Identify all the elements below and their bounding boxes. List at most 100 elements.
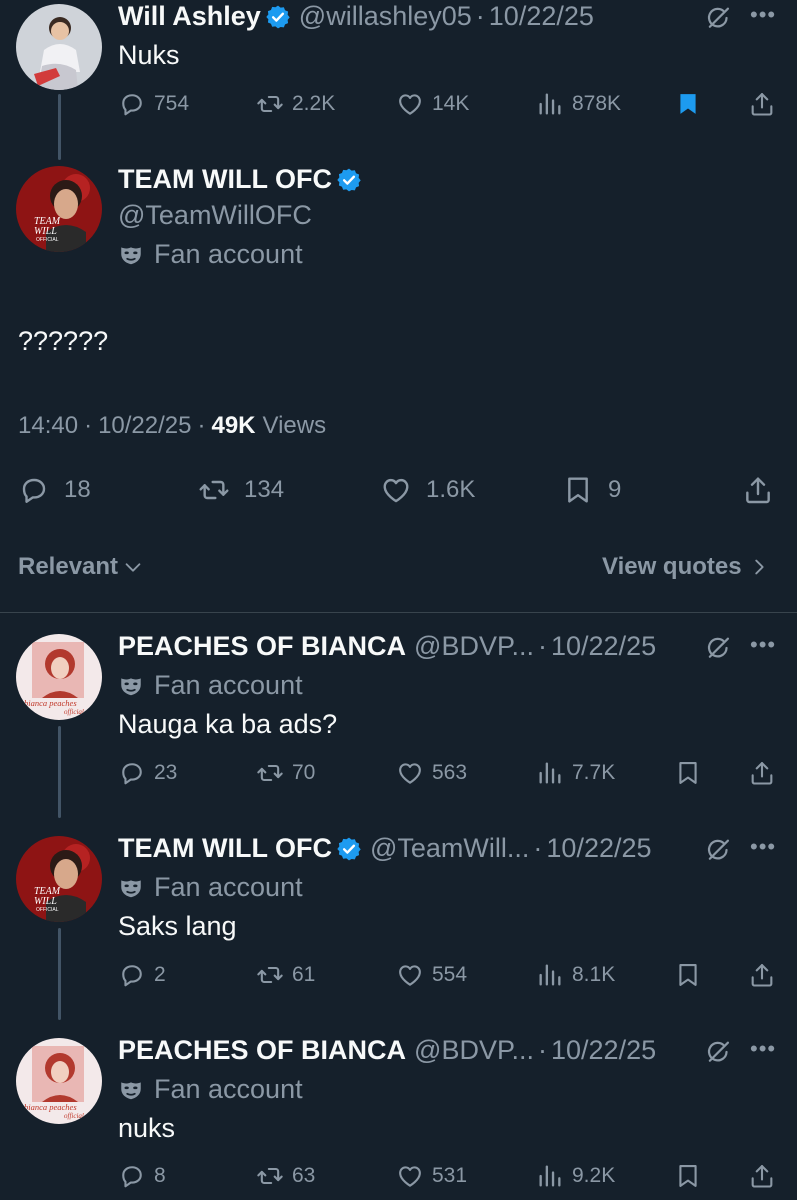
views-count: 878K: [572, 92, 622, 115]
like-button[interactable]: 14K: [396, 90, 469, 118]
views-icon: [536, 90, 564, 118]
like-button[interactable]: 531: [396, 1162, 467, 1190]
like-button[interactable]: 1.6K: [380, 474, 475, 506]
sort-relevant-dropdown[interactable]: Relevant: [18, 553, 144, 581]
repost-button[interactable]: 134: [198, 474, 284, 506]
like-button[interactable]: 563: [396, 759, 467, 787]
reply-icon: [118, 759, 146, 787]
avatar-photo: bianca peaches official: [16, 1038, 102, 1124]
fan-account-label: Fan account: [118, 872, 303, 903]
bookmark-filled-icon: [674, 90, 702, 118]
tweet-text: ??????: [18, 326, 109, 356]
tweet-date[interactable]: 10/22/25: [551, 631, 656, 662]
more-icon[interactable]: •••: [750, 2, 776, 28]
tweet-date[interactable]: 10/22/25: [489, 1, 594, 32]
fan-mask-icon: [118, 1077, 144, 1103]
repost-count: 2.2K: [292, 92, 336, 115]
bookmark-button[interactable]: [674, 90, 702, 118]
reply-count: 754: [154, 92, 190, 115]
repost-button[interactable]: 63: [256, 1162, 315, 1190]
fan-account-label: Fan account: [118, 1074, 303, 1105]
author-name[interactable]: PEACHES OF BIANCA: [118, 1035, 406, 1066]
author-handle[interactable]: @BDVP...: [414, 1035, 534, 1066]
tweet-text: Nauga ka ba ads?: [118, 709, 338, 739]
like-button[interactable]: 554: [396, 961, 467, 989]
repost-button[interactable]: 61: [256, 961, 315, 989]
repost-icon: [256, 961, 284, 989]
avatar-photo: bianca peaches official: [16, 634, 102, 720]
like-count: 1.6K: [426, 476, 476, 503]
avatar-text: bianca peaches: [24, 1102, 77, 1112]
bookmark-button[interactable]: 9: [562, 474, 621, 506]
like-icon: [396, 1162, 424, 1190]
avatar-peaches[interactable]: bianca peaches official: [16, 1038, 102, 1124]
repost-button[interactable]: 2.2K: [256, 90, 335, 118]
views-count[interactable]: 49K: [211, 412, 255, 440]
bookmark-count: 9: [608, 476, 622, 503]
grok-icon[interactable]: [704, 836, 732, 864]
avatar-team-will[interactable]: TEAM WILL OFFICIAL: [16, 166, 102, 252]
share-button[interactable]: [748, 961, 776, 989]
repost-count: 70: [292, 761, 316, 784]
share-button[interactable]: [748, 90, 776, 118]
share-button[interactable]: [748, 1162, 776, 1190]
more-icon[interactable]: •••: [750, 834, 776, 860]
views-button[interactable]: 8.1K: [536, 961, 615, 989]
verified-badge-icon: [336, 167, 362, 193]
views-button[interactable]: 878K: [536, 90, 621, 118]
author-name[interactable]: Will Ashley: [118, 1, 261, 32]
views-button[interactable]: 7.7K: [536, 759, 615, 787]
reply-header: TEAM WILL OFC @TeamWill... · 10/22/25: [118, 833, 652, 864]
share-icon: [748, 759, 776, 787]
more-icon[interactable]: •••: [750, 1036, 776, 1062]
reply-button[interactable]: 23: [118, 759, 177, 787]
tweet-date[interactable]: 10/22/25: [551, 1035, 656, 1066]
more-icon[interactable]: •••: [750, 632, 776, 658]
author-handle[interactable]: @TeamWill...: [370, 833, 529, 864]
thread-line: [58, 94, 61, 160]
reply-count: 18: [64, 476, 91, 503]
bookmark-icon: [674, 759, 702, 787]
tweet-date[interactable]: 10/22/25: [546, 833, 651, 864]
repost-count: 63: [292, 1164, 316, 1187]
author-name[interactable]: PEACHES OF BIANCA: [118, 631, 406, 662]
tweet-time[interactable]: 14:40: [18, 412, 78, 440]
reply-icon: [118, 90, 146, 118]
avatar-team-will[interactable]: TEAM WILL OFFICIAL: [16, 836, 102, 922]
tweet-date[interactable]: 10/22/25: [98, 412, 191, 440]
reply-button[interactable]: 754: [118, 90, 189, 118]
fan-account-label: Fan account: [118, 670, 303, 701]
author-handle[interactable]: @willashley05: [299, 1, 472, 32]
grok-icon[interactable]: [704, 1038, 732, 1066]
author-handle[interactable]: @TeamWillOFC: [118, 200, 312, 231]
avatar-text: bianca peaches: [24, 698, 77, 708]
fan-mask-icon: [118, 875, 144, 901]
author-handle[interactable]: @BDVP...: [414, 631, 534, 662]
fan-account-label: Fan account: [118, 239, 303, 270]
views-label[interactable]: Views: [263, 412, 327, 440]
avatar-will-ashley[interactable]: [16, 4, 102, 90]
grok-icon[interactable]: [704, 4, 732, 32]
reply-button[interactable]: 8: [118, 1162, 166, 1190]
bookmark-button[interactable]: [674, 961, 702, 989]
views-count: 9.2K: [572, 1164, 616, 1187]
views-button[interactable]: 9.2K: [536, 1162, 615, 1190]
reply-button[interactable]: 18: [18, 474, 91, 506]
author-name[interactable]: TEAM WILL OFC: [118, 164, 332, 195]
grok-icon[interactable]: [704, 634, 732, 662]
avatar-photo: TEAM WILL OFFICIAL: [16, 836, 102, 922]
share-button[interactable]: [742, 474, 774, 506]
thread-line: [58, 928, 61, 1020]
reply-header: PEACHES OF BIANCA @BDVP... · 10/22/25: [118, 1035, 656, 1066]
reply-count: 23: [154, 761, 178, 784]
view-quotes-link[interactable]: View quotes: [602, 553, 770, 581]
avatar-peaches[interactable]: bianca peaches official: [16, 634, 102, 720]
bookmark-button[interactable]: [674, 759, 702, 787]
share-button[interactable]: [748, 759, 776, 787]
author-name[interactable]: TEAM WILL OFC: [118, 833, 332, 864]
repost-button[interactable]: 70: [256, 759, 315, 787]
bookmark-button[interactable]: [674, 1162, 702, 1190]
separator: ·: [197, 412, 206, 439]
reply-icon: [118, 961, 146, 989]
reply-button[interactable]: 2: [118, 961, 166, 989]
